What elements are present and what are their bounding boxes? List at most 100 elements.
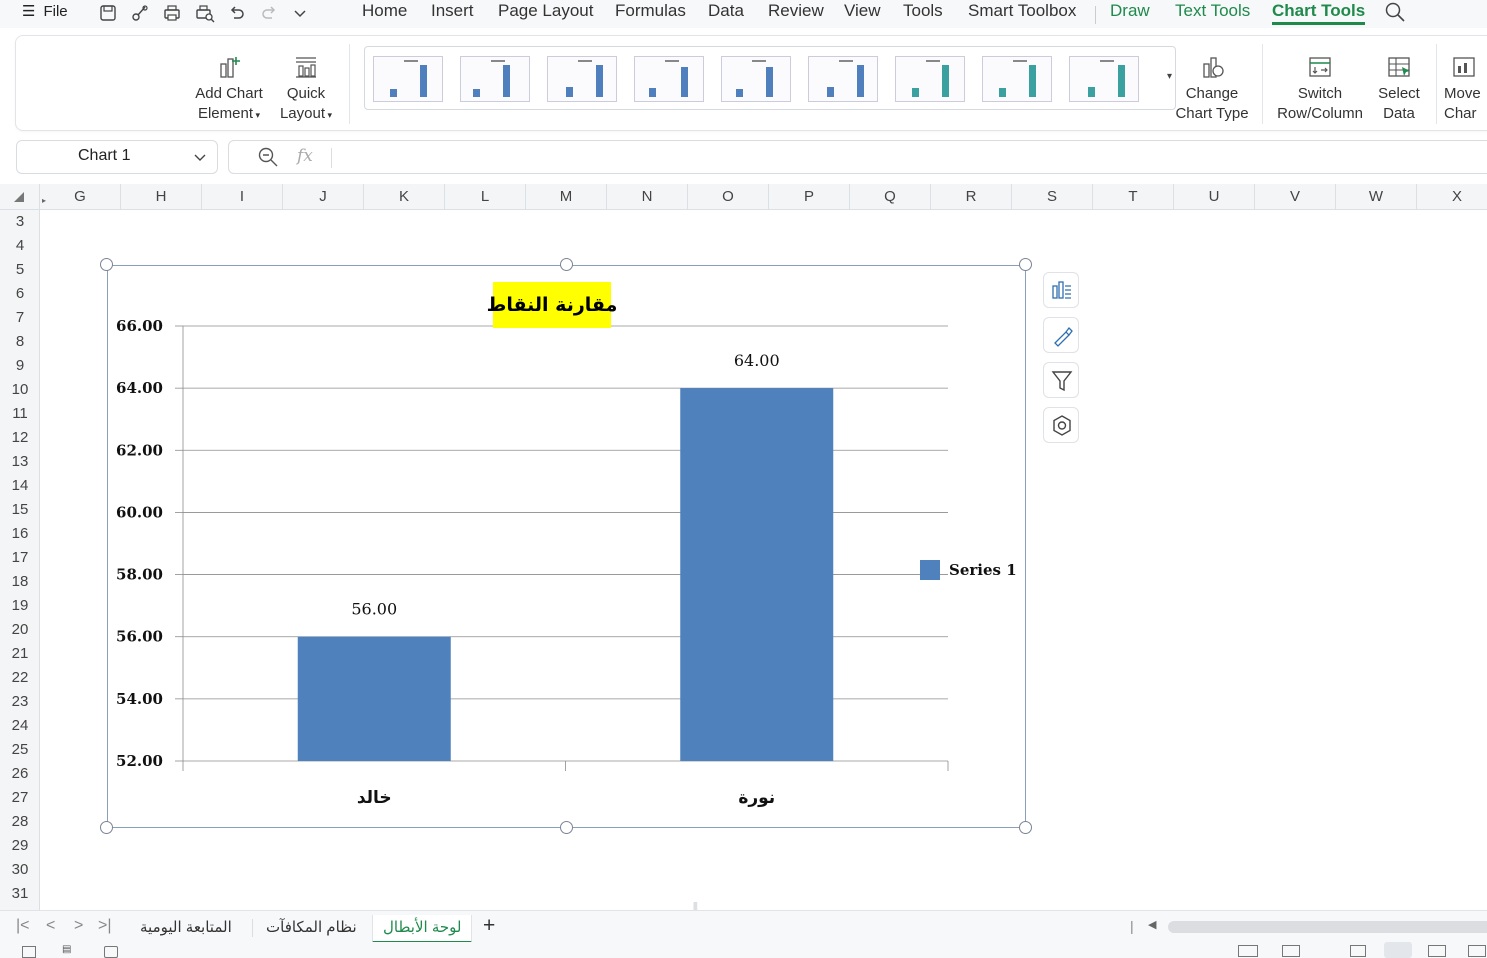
sheet-tab-heroes-board[interactable]: لوحة الأبطال <box>372 915 473 943</box>
prev-sheet-icon[interactable]: < <box>46 917 55 935</box>
row-header-18[interactable]: 18 <box>0 570 40 594</box>
resize-handle-bottom[interactable] <box>560 821 573 834</box>
column-header-i[interactable]: I <box>202 184 283 210</box>
column-header-k[interactable]: K <box>364 184 445 210</box>
row-header-31[interactable]: 31 <box>0 882 40 906</box>
last-sheet-icon[interactable]: >| <box>98 917 112 935</box>
row-header-13[interactable]: 13 <box>0 450 40 474</box>
bar-chart[interactable]: 66.00 64.00 62.00 60.00 58.00 56.00 54.00 52.00… <box>108 266 1027 829</box>
tab-insert[interactable]: Insert <box>431 1 474 21</box>
column-header-n[interactable]: N <box>607 184 688 210</box>
resize-handle-top-left[interactable] <box>100 258 113 271</box>
chart-filter-button[interactable] <box>1043 362 1079 398</box>
row-header-6[interactable]: 6 <box>0 282 40 306</box>
resize-handle-bottom-right[interactable] <box>1019 821 1032 834</box>
row-header-30[interactable]: 30 <box>0 858 40 882</box>
row-header-11[interactable]: 11 <box>0 402 40 426</box>
print-icon[interactable] <box>162 3 182 28</box>
sheet-tab-daily-tracking[interactable]: المتابعة اليومية <box>130 915 242 943</box>
record-icon[interactable] <box>104 946 118 958</box>
column-header-o[interactable]: O <box>688 184 769 210</box>
sheet-tab-rewards-system[interactable]: نظام المكافآت <box>256 915 367 943</box>
save-icon[interactable] <box>98 3 118 28</box>
move-chart-button[interactable]: Move Char <box>1442 54 1487 124</box>
chart-settings-button[interactable] <box>1043 407 1079 443</box>
chart-style-2[interactable] <box>460 56 530 102</box>
row-header-8[interactable]: 8 <box>0 330 40 354</box>
row-header-3[interactable]: 3 <box>0 210 40 234</box>
tab-view[interactable]: View <box>844 1 881 21</box>
row-header-28[interactable]: 28 <box>0 810 40 834</box>
add-chart-element-button[interactable]: Add Chart Element ▾ <box>194 54 264 125</box>
tab-draw[interactable]: Draw <box>1110 1 1150 21</box>
first-sheet-icon[interactable]: |< <box>16 917 30 935</box>
row-header-24[interactable]: 24 <box>0 714 40 738</box>
row-header-16[interactable]: 16 <box>0 522 40 546</box>
chart-style-5[interactable] <box>721 56 791 102</box>
column-header-x[interactable]: X <box>1417 184 1487 210</box>
zoom-out-icon[interactable] <box>257 146 279 173</box>
redo-icon[interactable] <box>260 3 278 28</box>
column-header-t[interactable]: T <box>1093 184 1174 210</box>
page-break-view-icon[interactable] <box>1468 945 1486 957</box>
chart-style-3[interactable] <box>547 56 617 102</box>
sheet-view-icon[interactable] <box>22 946 36 958</box>
row-header-22[interactable]: 22 <box>0 666 40 690</box>
row-header-19[interactable]: 19 <box>0 594 40 618</box>
tab-review[interactable]: Review <box>768 1 824 21</box>
row-header-7[interactable]: 7 <box>0 306 40 330</box>
column-header-l[interactable]: L <box>445 184 526 210</box>
column-header-s[interactable]: S <box>1012 184 1093 210</box>
tab-chart-tools[interactable]: Chart Tools <box>1272 1 1366 25</box>
chart-object[interactable]: 66.00 64.00 62.00 60.00 58.00 56.00 54.00 52.00… <box>107 265 1026 828</box>
tab-text-tools[interactable]: Text Tools <box>1175 1 1250 21</box>
customize-chevron-icon[interactable] <box>292 3 308 28</box>
chart-style-1[interactable] <box>373 56 443 102</box>
chart-styles-button[interactable] <box>1043 317 1079 353</box>
export-icon[interactable] <box>1350 945 1366 957</box>
tab-home[interactable]: Home <box>362 1 407 21</box>
column-header-v[interactable]: V <box>1255 184 1336 210</box>
scroll-left-icon[interactable]: ◀ <box>1148 918 1156 931</box>
row-header-25[interactable]: 25 <box>0 738 40 762</box>
chart-style-7[interactable] <box>895 56 965 102</box>
select-data-button[interactable]: Select Data <box>1370 54 1428 124</box>
column-header-q[interactable]: Q <box>850 184 931 210</box>
column-header-g[interactable]: G <box>40 184 121 210</box>
row-header-27[interactable]: 27 <box>0 786 40 810</box>
chevron-down-icon[interactable] <box>193 147 207 170</box>
row-header-9[interactable]: 9 <box>0 354 40 378</box>
row-header-17[interactable]: 17 <box>0 546 40 570</box>
column-header-j[interactable]: J <box>283 184 364 210</box>
share-icon[interactable] <box>130 3 150 28</box>
page-layout-view-icon[interactable] <box>1428 945 1446 957</box>
file-menu[interactable]: ☰ File <box>22 2 68 21</box>
tab-formulas[interactable]: Formulas <box>615 1 686 21</box>
tab-smart-toolbox[interactable]: Smart Toolbox <box>968 1 1076 21</box>
column-header-h[interactable]: H <box>121 184 202 210</box>
resize-handle-top[interactable] <box>560 258 573 271</box>
protect-icon[interactable] <box>1282 945 1300 957</box>
horizontal-scrollbar[interactable] <box>1168 921 1487 933</box>
tab-tools[interactable]: Tools <box>903 1 943 21</box>
row-header-23[interactable]: 23 <box>0 690 40 714</box>
table-view-icon[interactable] <box>1238 945 1258 957</box>
chart-style-4[interactable] <box>634 56 704 102</box>
column-header-u[interactable]: U <box>1174 184 1255 210</box>
normal-view-icon[interactable] <box>1384 942 1412 958</box>
select-all-corner[interactable] <box>0 184 40 210</box>
chart-elements-button[interactable] <box>1043 272 1079 308</box>
formula-bar[interactable]: fx <box>228 140 1487 174</box>
tab-split-divider[interactable]: | <box>1130 918 1134 934</box>
add-sheet-icon[interactable]: + <box>483 914 495 938</box>
row-header-15[interactable]: 15 <box>0 498 40 522</box>
row-header-12[interactable]: 12 <box>0 426 40 450</box>
chart-style-6[interactable] <box>808 56 878 102</box>
column-header-r[interactable]: R <box>931 184 1012 210</box>
tab-page-layout[interactable]: Page Layout <box>498 1 593 21</box>
tab-data[interactable]: Data <box>708 1 744 21</box>
chart-style-9[interactable] <box>1069 56 1139 102</box>
row-header-21[interactable]: 21 <box>0 642 40 666</box>
row-header-5[interactable]: 5 <box>0 258 40 282</box>
row-header-10[interactable]: 10 <box>0 378 40 402</box>
